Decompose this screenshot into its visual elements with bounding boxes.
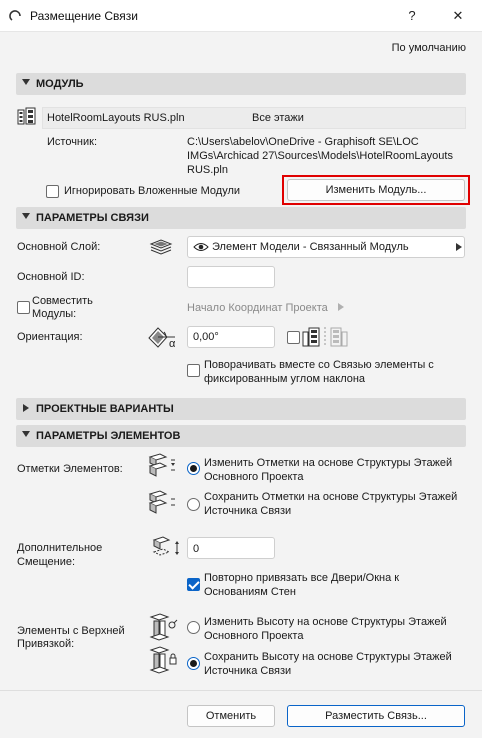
app-link-icon xyxy=(9,10,21,21)
top-keep-line1: Сохранить Высоту на основе Структуры Эта… xyxy=(204,651,452,663)
layer-icon xyxy=(149,239,173,255)
align-target-chevron-icon xyxy=(338,303,344,311)
top-link-keep-icon xyxy=(149,646,177,674)
top-change-radio[interactable] xyxy=(187,621,200,634)
section-link-params[interactable]: ПАРАМЕТРЫ СВЯЗИ xyxy=(16,207,466,229)
orientation-label: Ориентация: xyxy=(17,331,83,343)
orientation-value: 0,00° xyxy=(193,331,219,343)
offset-icon xyxy=(152,536,179,556)
source-label: Источник: xyxy=(47,136,98,148)
chevron-right-icon xyxy=(456,243,462,251)
elevations-label: Отметки Элементов: xyxy=(17,463,123,475)
reconnect-line1: Повторно привязать все Двери/Окна к xyxy=(204,572,400,584)
mirror-checkbox[interactable] xyxy=(287,331,300,344)
rotate-fixed-line1: Поворачивать вместе со Связью элементы с xyxy=(204,359,434,371)
source-path-line3: RUS.pln xyxy=(187,164,228,176)
window-title: Размещение Связи xyxy=(30,9,138,23)
section-module[interactable]: МОДУЛЬ xyxy=(16,73,466,95)
ignore-nested-checkbox[interactable] xyxy=(46,185,59,198)
elev-keep-line1: Сохранить Отметки на основе Структуры Эт… xyxy=(204,491,458,503)
master-id-label: Основной ID: xyxy=(17,271,85,283)
master-layer-value: Элемент Модели - Связанный Модуль xyxy=(212,241,409,253)
master-id-field[interactable] xyxy=(187,266,275,288)
elevation-change-icon xyxy=(148,453,175,477)
offset-label-line2: Смещение: xyxy=(17,556,76,568)
module-stories: Все этажи xyxy=(252,112,304,124)
elev-change-line2: Основного Проекта xyxy=(204,471,304,483)
change-module-button[interactable]: Изменить Модуль... xyxy=(287,179,465,201)
align-checkbox[interactable] xyxy=(17,301,30,314)
top-keep-radio[interactable] xyxy=(187,657,200,670)
align-label-line2: Модулы: xyxy=(32,308,77,320)
elev-keep-line2: Источника Связи xyxy=(204,505,292,517)
top-change-line1: Изменить Высоту на основе Структуры Этаж… xyxy=(204,616,447,628)
section-module-label: МОДУЛЬ xyxy=(36,78,84,90)
collapse-icon xyxy=(22,213,30,219)
module-icon xyxy=(17,107,36,125)
collapse-icon xyxy=(22,79,30,85)
elev-change-line1: Изменить Отметки на основе Структуры Эта… xyxy=(204,457,453,469)
alpha-symbol: α xyxy=(169,338,176,350)
collapse-icon xyxy=(22,431,30,437)
eye-icon xyxy=(193,243,209,251)
ignore-nested-label: Игнорировать Вложенные Модули xyxy=(64,185,241,197)
offset-value: 0 xyxy=(193,543,200,555)
top-keep-line2: Источника Связи xyxy=(204,665,292,677)
help-button[interactable]: ? xyxy=(392,3,432,29)
offset-field[interactable] xyxy=(187,537,275,559)
expand-icon xyxy=(23,404,29,412)
footer-divider xyxy=(0,690,482,691)
section-design-options-label: ПРОЕКТНЫЕ ВАРИАНТЫ xyxy=(36,403,174,415)
top-change-line2: Основного Проекта xyxy=(204,630,304,642)
cancel-button[interactable]: Отменить xyxy=(187,705,275,727)
defaults-link[interactable]: По умолчанию xyxy=(392,42,466,54)
reconnect-checkbox[interactable] xyxy=(187,578,200,591)
align-target: Начало Координат Проекта xyxy=(187,302,328,314)
rotate-fixed-checkbox[interactable] xyxy=(187,364,200,377)
offset-label-line1: Дополнительное xyxy=(17,542,103,554)
rotate-fixed-line2: фиксированным углом наклона xyxy=(204,373,366,385)
top-linked-label-line1: Элементы с Верхней xyxy=(17,625,125,637)
elev-change-radio[interactable] xyxy=(187,462,200,475)
reconnect-line2: Основаниям Стен xyxy=(204,586,296,598)
master-layer-label: Основной Слой: xyxy=(17,241,101,253)
top-link-change-icon xyxy=(149,613,178,641)
mirror-icon xyxy=(302,327,348,347)
section-link-params-label: ПАРАМЕТРЫ СВЯЗИ xyxy=(36,212,149,224)
elev-keep-radio[interactable] xyxy=(187,498,200,511)
align-label-line1: Совместить xyxy=(32,295,93,307)
elevation-keep-icon xyxy=(148,490,175,514)
source-path-line1: C:\Users\abelov\OneDrive - Graphisoft SE… xyxy=(187,136,419,148)
module-file-name: HotelRoomLayouts RUS.pln xyxy=(47,112,185,124)
place-link-button[interactable]: Разместить Связь... xyxy=(287,705,465,727)
section-design-options[interactable]: ПРОЕКТНЫЕ ВАРИАНТЫ xyxy=(16,398,466,420)
section-element-params-label: ПАРАМЕТРЫ ЭЛЕМЕНТОВ xyxy=(36,430,181,442)
source-path-line2: IMGs\Archicad 27\Sources\Models\HotelRoo… xyxy=(187,150,453,162)
close-button[interactable]: ✕ xyxy=(438,3,478,29)
top-linked-label-line2: Привязкой: xyxy=(17,638,75,650)
section-element-params[interactable]: ПАРАМЕТРЫ ЭЛЕМЕНТОВ xyxy=(16,425,466,447)
